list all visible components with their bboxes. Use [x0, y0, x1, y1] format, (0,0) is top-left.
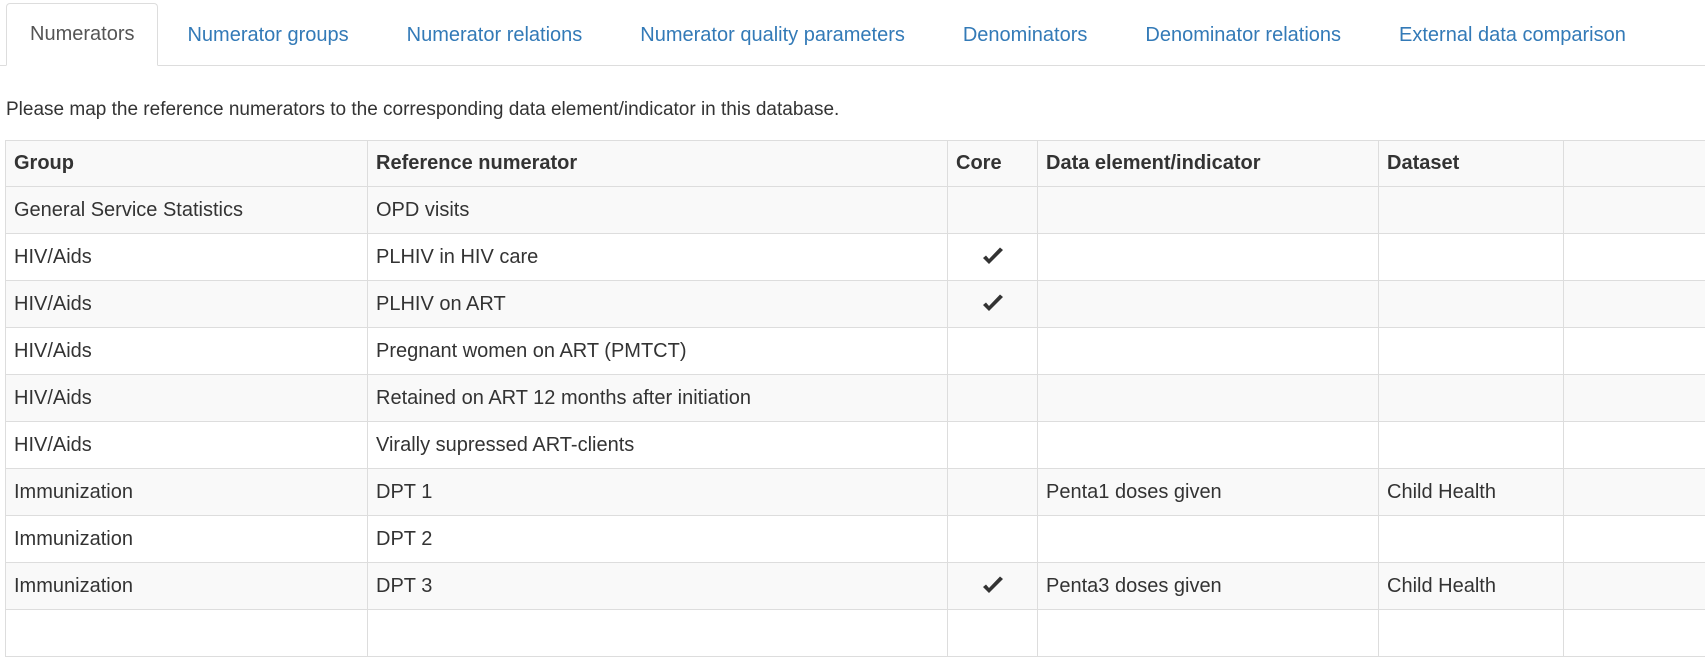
cell-core	[948, 610, 1038, 657]
cell-data-element	[1038, 234, 1379, 281]
cell-extra	[1564, 610, 1705, 657]
cell-dataset	[1379, 516, 1564, 563]
cell-reference-numerator: PLHIV on ART	[368, 281, 948, 328]
table-row[interactable]: ImmunizationDPT 1 Penta1 doses givenChild…	[6, 469, 1705, 516]
cell-dataset: Child Health	[1379, 563, 1564, 610]
cell-reference-numerator: Virally supressed ART-clients	[368, 422, 948, 469]
cell-data-element	[1038, 610, 1379, 657]
cell-dataset	[1379, 281, 1564, 328]
table-row[interactable]: General Service StatisticsOPD visits	[6, 187, 1705, 234]
cell-extra	[1564, 422, 1705, 469]
table-row[interactable]: HIV/AidsPLHIV in HIV care	[6, 234, 1705, 281]
cell-core	[948, 187, 1038, 234]
cell-extra	[1564, 516, 1705, 563]
cell-reference-numerator: Pregnant women on ART (PMTCT)	[368, 328, 948, 375]
cell-dataset	[1379, 610, 1564, 657]
header-dataset: Dataset	[1379, 141, 1564, 187]
numerator-mapping-table-container: Group Reference numerator Core Data elem…	[5, 140, 1705, 657]
cell-core	[948, 328, 1038, 375]
cell-dataset: Child Health	[1379, 469, 1564, 516]
cell-group: HIV/Aids	[6, 375, 368, 422]
cell-data-element	[1038, 422, 1379, 469]
check-icon	[981, 294, 1005, 314]
tab-numerator-relations[interactable]: Numerator relations	[378, 4, 612, 66]
cell-dataset	[1379, 422, 1564, 469]
cell-dataset	[1379, 375, 1564, 422]
cell-dataset	[1379, 328, 1564, 375]
cell-data-element	[1038, 187, 1379, 234]
table-row[interactable]: HIV/AidsRetained on ART 12 months after …	[6, 375, 1705, 422]
cell-core	[948, 516, 1038, 563]
cell-group: HIV/Aids	[6, 234, 368, 281]
header-extra	[1564, 141, 1705, 187]
header-reference-numerator: Reference numerator	[368, 141, 948, 187]
cell-reference-numerator: Retained on ART 12 months after initiati…	[368, 375, 948, 422]
cell-reference-numerator: OPD visits	[368, 187, 948, 234]
table-body: General Service StatisticsOPD visitsHIV/…	[6, 187, 1705, 657]
cell-data-element	[1038, 281, 1379, 328]
table-row[interactable]	[6, 610, 1705, 657]
cell-group: HIV/Aids	[6, 281, 368, 328]
header-data-element: Data element/indicator	[1038, 141, 1379, 187]
tab-numerator-quality-parameters[interactable]: Numerator quality parameters	[611, 4, 934, 66]
cell-reference-numerator: DPT 1	[368, 469, 948, 516]
cell-group: General Service Statistics	[6, 187, 368, 234]
cell-data-element	[1038, 375, 1379, 422]
cell-data-element	[1038, 328, 1379, 375]
cell-group: HIV/Aids	[6, 328, 368, 375]
cell-dataset	[1379, 187, 1564, 234]
cell-core	[948, 563, 1038, 610]
cell-extra	[1564, 469, 1705, 516]
table-row[interactable]: HIV/AidsPregnant women on ART (PMTCT)	[6, 328, 1705, 375]
cell-data-element: Penta1 doses given	[1038, 469, 1379, 516]
header-core: Core	[948, 141, 1038, 187]
table-row[interactable]: HIV/AidsPLHIV on ART	[6, 281, 1705, 328]
numerator-mapping-table: Group Reference numerator Core Data elem…	[5, 140, 1705, 657]
cell-group: Immunization	[6, 469, 368, 516]
table-row[interactable]: ImmunizationDPT 3 Penta3 doses givenChild…	[6, 563, 1705, 610]
tab-denominator-relations[interactable]: Denominator relations	[1116, 4, 1370, 66]
cell-group: HIV/Aids	[6, 422, 368, 469]
cell-core	[948, 422, 1038, 469]
header-group: Group	[6, 141, 368, 187]
cell-extra	[1564, 328, 1705, 375]
cell-extra	[1564, 281, 1705, 328]
cell-core	[948, 469, 1038, 516]
cell-group: Immunization	[6, 563, 368, 610]
cell-reference-numerator: DPT 2	[368, 516, 948, 563]
check-icon	[981, 247, 1005, 267]
cell-dataset	[1379, 234, 1564, 281]
cell-group: Immunization	[6, 516, 368, 563]
cell-data-element: Penta3 doses given	[1038, 563, 1379, 610]
check-icon	[981, 576, 1005, 596]
tab-numerators[interactable]: Numerators	[6, 3, 158, 66]
tab-external-data-comparison[interactable]: External data comparison	[1370, 4, 1655, 66]
cell-extra	[1564, 375, 1705, 422]
cell-core	[948, 375, 1038, 422]
tab-denominators[interactable]: Denominators	[934, 4, 1117, 66]
cell-data-element	[1038, 516, 1379, 563]
cell-extra	[1564, 187, 1705, 234]
cell-core	[948, 281, 1038, 328]
tab-numerator-groups[interactable]: Numerator groups	[158, 4, 377, 66]
cell-reference-numerator: PLHIV in HIV care	[368, 234, 948, 281]
instructions-text: Please map the reference numerators to t…	[6, 99, 839, 121]
cell-reference-numerator: DPT 3	[368, 563, 948, 610]
cell-group	[6, 610, 368, 657]
table-row[interactable]: HIV/AidsVirally supressed ART-clients	[6, 422, 1705, 469]
cell-core	[948, 234, 1038, 281]
cell-reference-numerator	[368, 610, 948, 657]
table-row[interactable]: ImmunizationDPT 2	[6, 516, 1705, 563]
table-header-row: Group Reference numerator Core Data elem…	[6, 141, 1705, 187]
tab-bar: Numerators Numerator groups Numerator re…	[0, 0, 1705, 66]
cell-extra	[1564, 234, 1705, 281]
cell-extra	[1564, 563, 1705, 610]
